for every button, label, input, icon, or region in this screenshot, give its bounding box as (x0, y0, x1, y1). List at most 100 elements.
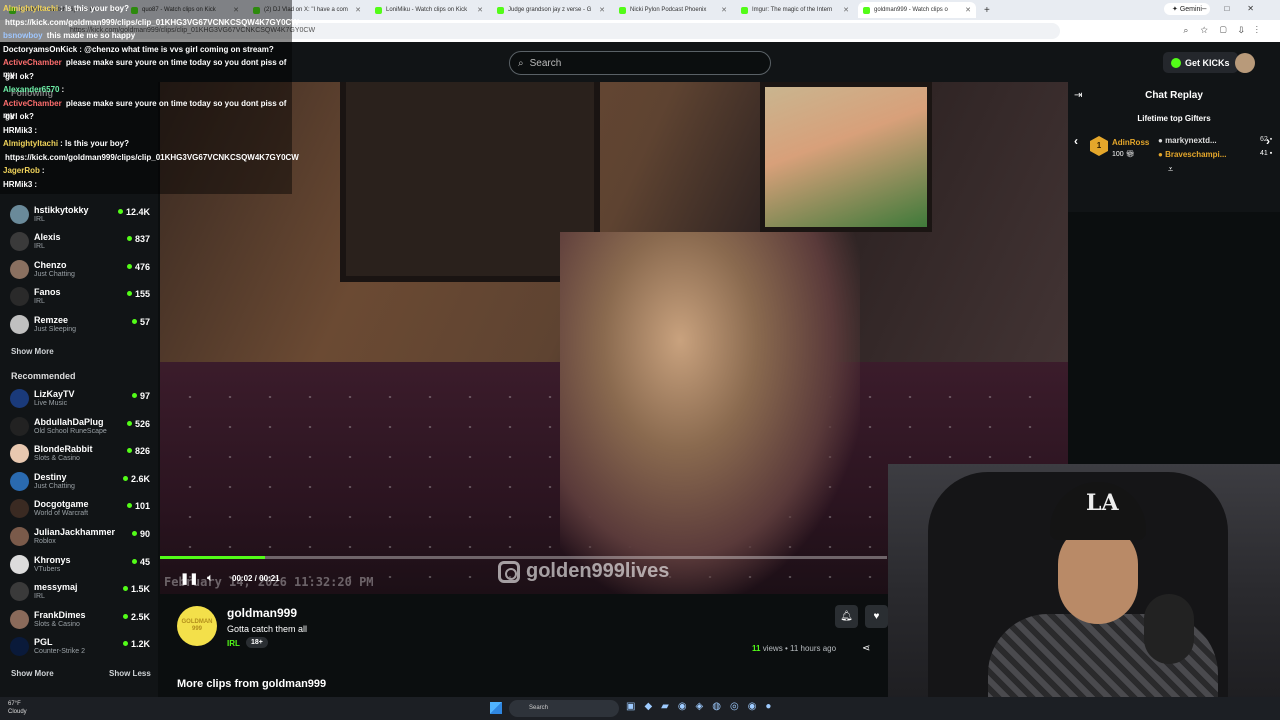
sidebar-channel[interactable]: Chenzo Just Chatting 476 (10, 259, 152, 283)
sidebar-channel[interactable]: Destiny Just Chatting 2.6K (10, 471, 152, 495)
close-tab-icon[interactable]: ✕ (721, 6, 727, 14)
channel-name: AbdullahDaPlug (34, 416, 104, 427)
sidebar-channel[interactable]: Remzee Just Sleeping 57 (10, 314, 152, 338)
viewer-count: 97 (132, 391, 150, 401)
chat-replay-panel: ⇥ Chat Replay Lifetime top Gifters ‹ › 1… (1068, 82, 1280, 212)
sidebar-channel[interactable]: LizKayTV Live Music 97 (10, 388, 152, 412)
taskbar-app-icons[interactable]: ▣◆▰◉◈◍◎◉● (626, 701, 780, 712)
chat-username[interactable]: Alexander6570 (3, 85, 59, 94)
channel-name: Khronys (34, 554, 71, 565)
progress-bar[interactable] (160, 556, 887, 559)
gifter-name: markynextd... (1165, 136, 1217, 145)
expand-gifters-icon[interactable]: ⩡ (1168, 164, 1173, 175)
new-tab-icon[interactable]: + (984, 5, 990, 16)
channel-category: IRL (34, 593, 45, 601)
windows-taskbar: 67°F Cloudy Search ▣◆▰◉◈◍◎◉● (0, 697, 1280, 720)
sidebar-channel[interactable]: JulianJackhammer Roblox 90 (10, 526, 152, 550)
close-tab-icon[interactable]: ✕ (599, 6, 605, 14)
chevron-left-icon[interactable]: ‹ (1074, 134, 1078, 148)
show-less-recommended[interactable]: Show Less (109, 669, 151, 678)
channel-avatar (10, 554, 29, 574)
close-tab-icon[interactable]: ✕ (477, 6, 483, 14)
browser-tab[interactable]: LoniMiku - Watch clips on Kick ✕ (370, 2, 488, 18)
chat-username[interactable]: HRMik3 (3, 180, 32, 189)
heart-icon[interactable]: ♥ (865, 605, 888, 628)
channel-name[interactable]: goldman999 (227, 606, 297, 620)
viewer-count: 57 (132, 317, 150, 327)
chat-username[interactable]: DoctoryamsOnKick (3, 45, 77, 54)
get-kicks-button[interactable]: Get KICKs (1163, 52, 1238, 73)
sidebar-channel[interactable]: Fanos IRL 155 (10, 286, 152, 310)
chat-message: AlmightyItachi: Is this your boy? (3, 138, 129, 150)
weather-widget[interactable]: 67°F Cloudy (8, 700, 27, 716)
tab-favicon-icon (497, 6, 504, 14)
viewer-count: 90 (132, 529, 150, 539)
chat-message: Alexander6570: (3, 84, 64, 96)
chat-username[interactable]: bsnowboy (3, 31, 43, 40)
clip-category[interactable]: IRL (227, 639, 240, 648)
window-controls[interactable]: –□✕ (1202, 4, 1272, 13)
volume-icon[interactable]: 🔈︎ (207, 572, 214, 585)
sidebar-channel[interactable]: messymaj IRL 1.5K (10, 581, 152, 605)
browser-tab[interactable]: Imgur: The magic of the Intern ✕ (736, 2, 854, 18)
sidebar-channel[interactable]: Docgotgame World of Warcraft 101 (10, 498, 152, 522)
chat-username[interactable]: ActiveChamber (3, 58, 62, 67)
chat-username[interactable]: AlmightyItachi (3, 139, 58, 148)
browser-toolbar-icons[interactable]: ⌕☆▢⇩⋮ (1183, 25, 1270, 36)
chat-username[interactable]: ActiveChamber (3, 99, 62, 108)
show-more-following[interactable]: Show More (11, 347, 54, 356)
streamer-webcam: LA (888, 464, 1280, 720)
stream-chat-overlay: AlmightyItachi: Is this your boy? https:/… (0, 0, 299, 194)
chat-message: AlmightyItachi: Is this your boy? (3, 3, 129, 15)
sidebar-channel[interactable]: BlondeRabbit Slots & Casino 826 (10, 443, 152, 467)
sidebar-channel[interactable]: PGL Counter-Strike 2 1.2K (10, 636, 152, 660)
video-scene-person (560, 232, 860, 594)
channel-category: Just Chatting (34, 270, 75, 278)
share-icon[interactable]: ⋖ (862, 643, 870, 654)
browser-tab[interactable]: goldman999 - Watch clips o ✕ (858, 2, 976, 18)
channel-avatar (10, 637, 29, 657)
chat-username[interactable]: AlmightyItachi (3, 4, 58, 13)
chat-username[interactable]: JagerRob (3, 166, 40, 175)
gifter-name: AdinRoss (1112, 138, 1150, 147)
viewer-count: 476 (127, 262, 150, 272)
close-tab-icon[interactable]: ✕ (843, 6, 849, 14)
browser-tab[interactable]: Judge grandson jay z verse - G ✕ (492, 2, 610, 18)
user-avatar[interactable] (1235, 53, 1255, 73)
channel-logo[interactable]: GOLDMAN 999 (177, 606, 217, 646)
gifter-count: 100 🎁︎ (1112, 151, 1135, 158)
show-more-recommended[interactable]: Show More (11, 669, 54, 678)
rank-badge: 1 (1090, 136, 1108, 156)
channel-name: BlondeRabbit (34, 444, 93, 455)
viewer-count: 101 (127, 501, 150, 511)
windows-start-icon[interactable] (490, 702, 502, 714)
close-tab-icon[interactable]: ✕ (965, 6, 971, 14)
clip-views: 11 views • 11 hours ago (752, 644, 837, 653)
webcam-mic (1144, 594, 1194, 664)
viewer-count: 2.5K (123, 612, 150, 622)
progress-fill (160, 556, 266, 559)
chat-message: ActiveChamber please make sure youre on … (3, 57, 292, 81)
kicks-coin-icon (1171, 57, 1181, 68)
sidebar-channel[interactable]: hstikkytokky IRL 12.4K (10, 204, 152, 228)
sidebar-channel[interactable]: AbdullahDaPlug Old School RuneScape 526 (10, 416, 152, 440)
close-tab-icon[interactable]: ✕ (355, 6, 361, 14)
channel-name: Alexis (34, 232, 61, 243)
channel-avatar (10, 314, 29, 334)
browser-tab[interactable]: Nicki Pylon Podcast Phoenix ✕ (614, 2, 732, 18)
sidebar-channel[interactable]: FrankDimes Slots & Casino 2.5K (10, 609, 152, 633)
taskbar-search[interactable]: Search (509, 700, 619, 717)
top-gifter-2[interactable]: ● markynextd... 62 ▪ (1158, 136, 1272, 145)
sidebar-channel[interactable]: Khronys VTubers 45 (10, 554, 152, 578)
chat-username[interactable]: HRMik3 (3, 126, 32, 135)
channel-category: Slots & Casino (34, 455, 80, 463)
pause-icon[interactable]: ❚❚ (180, 572, 198, 585)
search-input[interactable]: ⌕ Search (509, 51, 771, 75)
top-gifter-3[interactable]: ● Braveschampi... 41 ▪ (1158, 150, 1272, 159)
channel-category: Just Chatting (34, 482, 75, 490)
chat-message: girl ok? (3, 111, 34, 123)
sidebar-channel[interactable]: Alexis IRL 837 (10, 231, 152, 255)
bell-icon[interactable]: 🔔︎ (835, 605, 858, 628)
channel-name: LizKayTV (34, 389, 75, 399)
tab-favicon-icon (863, 6, 870, 14)
